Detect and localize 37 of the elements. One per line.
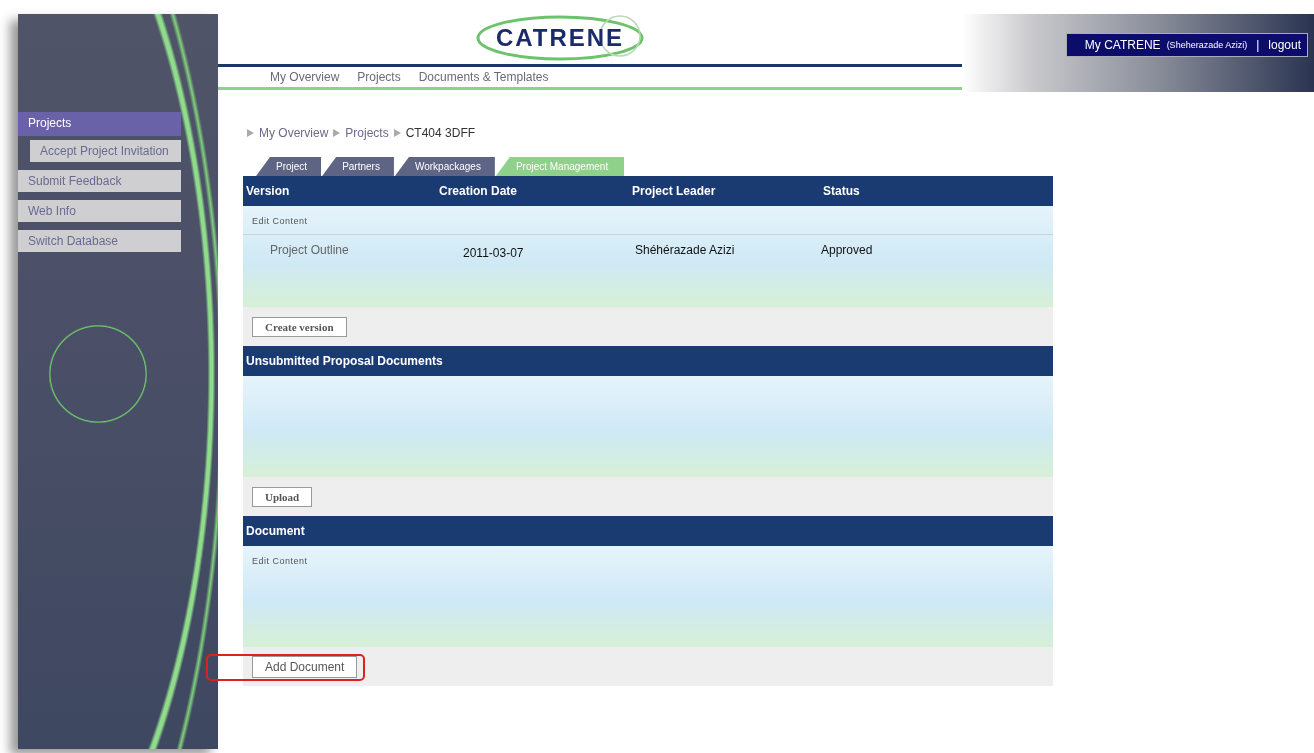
nav-link[interactable]: My Overview xyxy=(270,70,340,84)
separator: | xyxy=(1256,38,1260,52)
sidebar-item[interactable]: Accept Project Invitation xyxy=(30,140,181,162)
action-button[interactable]: Add Document xyxy=(252,655,358,678)
sidebar-item[interactable]: Projects xyxy=(18,112,181,136)
user-name: (Sheherazade Azizi) xyxy=(1166,40,1248,50)
tab[interactable]: Project xyxy=(256,157,322,176)
edit-content-label: Edit Content xyxy=(251,555,309,568)
edit-content-label: Edit Content xyxy=(243,206,1053,235)
table-cell-text: Shéhérazade Azizi xyxy=(635,243,736,259)
breadcrumb-link[interactable]: Projects xyxy=(345,126,389,140)
column-header: Status xyxy=(823,184,861,198)
nav-link[interactable]: Projects xyxy=(357,70,401,84)
table-cell-text: 2011-03-07 xyxy=(463,245,525,260)
column-header: Creation Date xyxy=(439,184,519,198)
logout-link[interactable]: logout xyxy=(1268,38,1301,52)
triangle-icon xyxy=(333,129,341,137)
sidebar-item[interactable]: Submit Feedback xyxy=(18,170,181,192)
tab[interactable]: Partners xyxy=(322,157,394,176)
nav-link[interactable]: Documents & Templates xyxy=(418,70,549,84)
tab[interactable]: Workpackages xyxy=(394,157,495,176)
section-title: Document xyxy=(243,516,1053,546)
triangle-icon xyxy=(247,129,254,137)
section-title: Unsubmitted Proposal Documents xyxy=(243,346,1053,376)
table-cell-text: Approved xyxy=(821,243,874,259)
breadcrumb-link[interactable]: My Overview xyxy=(259,126,329,140)
column-header: Version xyxy=(246,184,291,198)
sidebar-item[interactable]: Switch Database xyxy=(18,230,181,252)
account-link[interactable]: My CATRENE xyxy=(1084,38,1161,52)
column-header: Project Leader xyxy=(632,184,717,198)
catrene-logo: CATRENE xyxy=(475,14,645,62)
action-button[interactable]: Upload xyxy=(252,486,313,507)
table-cell-text: Project Outline xyxy=(269,243,350,259)
sidebar-item[interactable]: Web Info xyxy=(18,200,181,222)
triangle-icon xyxy=(393,129,401,137)
breadcrumb-current: CT404 3DFF xyxy=(405,126,476,140)
action-button[interactable]: Create version xyxy=(252,316,347,337)
